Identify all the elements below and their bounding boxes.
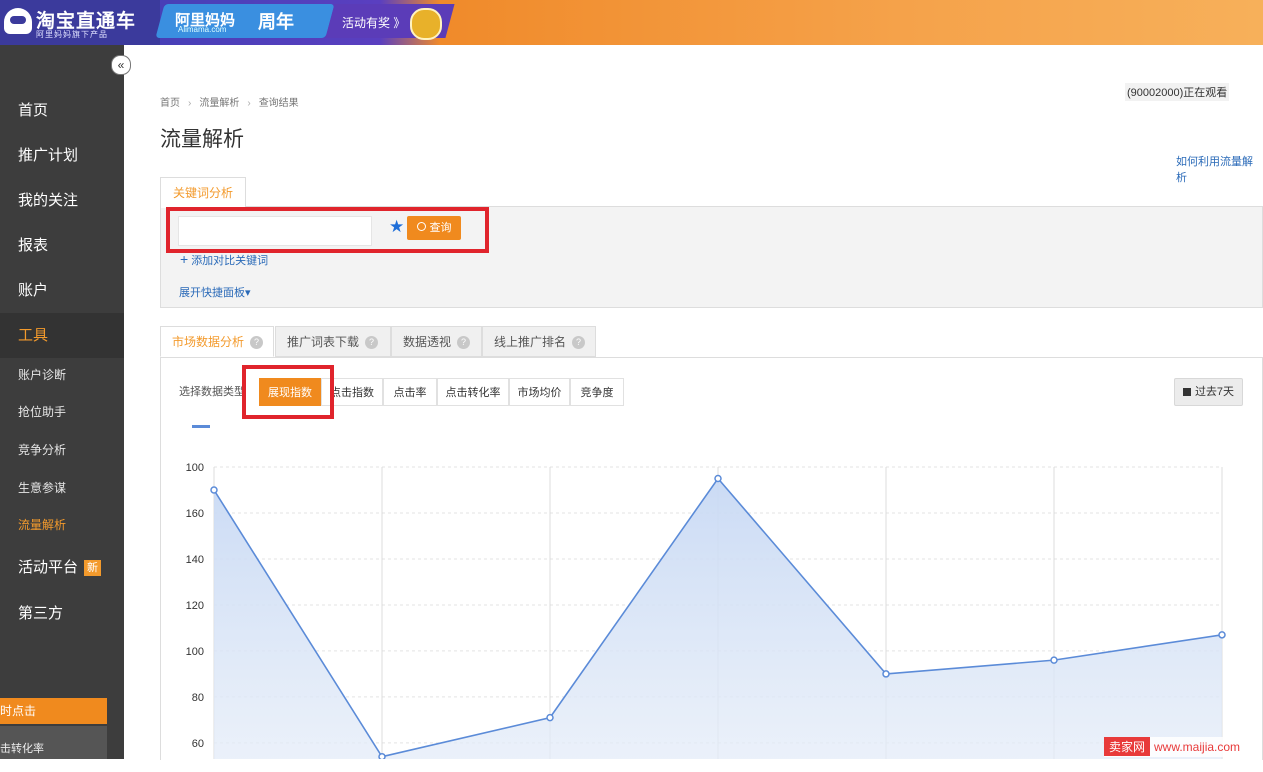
data-point[interactable] (1050, 656, 1058, 664)
banner-brand-sub: Alimama.com (178, 25, 227, 34)
breadcrumb-separator: › (188, 98, 192, 109)
breadcrumb-traffic[interactable]: 流量解析 (199, 98, 239, 109)
help-icon[interactable]: ? (365, 336, 379, 350)
data-point[interactable] (714, 474, 722, 483)
y-tick-label: 120 (186, 600, 204, 612)
add-compare-keyword[interactable]: + 添加对比关键词 (180, 251, 268, 268)
sidebar-item-home[interactable]: 首页 (0, 88, 124, 133)
help-icon[interactable]: ? (572, 336, 586, 350)
tab-data-pivot[interactable]: 数据透视? (391, 326, 482, 357)
data-point[interactable] (1218, 631, 1226, 639)
chart-y-ticks: 60 80 100 120 140 160 100 (186, 462, 204, 750)
banner-activity-text[interactable]: 活动有奖 》 (342, 14, 405, 31)
sidebar-item-activity[interactable]: 活动平台新 (0, 545, 124, 590)
watermark-url: www.maijia.com (1154, 740, 1241, 754)
sidebar-subitem-business[interactable]: 生意参谋 (0, 470, 124, 506)
new-badge: 新 (84, 560, 102, 577)
plus-icon: + (180, 251, 189, 267)
y-tick-label: 60 (192, 738, 204, 750)
chart-area (214, 478, 1222, 759)
period-selector[interactable]: 过去7天 (1174, 378, 1243, 406)
tab-data-pivot-label: 数据透视 (403, 335, 452, 349)
add-compare-label: 添加对比关键词 (191, 255, 269, 267)
sidebar-subitem-traffic[interactable]: 流量解析 (0, 507, 124, 543)
collapse-sidebar-icon[interactable]: « (111, 55, 131, 75)
y-tick-label: 160 (186, 508, 204, 520)
breadcrumb-current: 查询结果 (258, 98, 299, 109)
data-point[interactable] (882, 670, 890, 678)
expand-quick-panel[interactable]: 展开快捷面板▾ (179, 284, 251, 300)
data-point[interactable] (378, 752, 386, 759)
data-type-ctr[interactable]: 点击率 (383, 378, 437, 406)
sidebar-subitem-competition[interactable]: 竞争分析 (0, 432, 124, 468)
conversion-tab[interactable]: 击转化率 (0, 726, 107, 759)
logo-subtitle: 阿里妈妈旗下产品 (36, 30, 108, 39)
viewing-notice: (90002000)正在观看 (1125, 83, 1230, 101)
breadcrumb: 首页 › 流量解析 › 查询结果 (160, 94, 299, 109)
help-icon[interactable]: ? (457, 336, 471, 350)
watermark-logo: 卖家网 (1104, 737, 1151, 756)
help-link[interactable]: 如何利用流量解析 (1176, 153, 1263, 185)
sidebar-item-follow[interactable]: 我的关注 (0, 178, 124, 223)
tab-word-download-label: 推广词表下载 (287, 335, 360, 349)
data-point[interactable] (546, 713, 554, 722)
y-tick-label: 100 (186, 462, 204, 474)
sidebar-item-third-party[interactable]: 第三方 (0, 591, 124, 636)
logo[interactable]: 淘宝直通车 阿里妈妈旗下产品 (0, 0, 160, 45)
calendar-icon (1182, 388, 1191, 397)
sidebar-item-reports[interactable]: 报表 (0, 223, 124, 268)
sidebar-item-account[interactable]: 账户 (0, 268, 124, 313)
help-icon[interactable]: ? (250, 336, 264, 350)
sidebar-subitem-diagnosis[interactable]: 账户诊断 (0, 357, 124, 393)
tab-online-ranking-label: 线上推广排名 (494, 335, 567, 349)
data-point[interactable] (210, 486, 218, 494)
realtime-click-tab[interactable]: 时点击 (0, 698, 107, 724)
impression-chart: 60 80 100 120 140 160 100 (186, 462, 1226, 759)
sidebar-item-tools[interactable]: 工具 (0, 313, 124, 358)
breadcrumb-home[interactable]: 首页 (160, 98, 180, 109)
tab-market-data[interactable]: 市场数据分析? (160, 326, 274, 357)
tab-market-data-label: 市场数据分析 (172, 335, 245, 349)
car-logo-icon (4, 8, 32, 34)
breadcrumb-separator: › (247, 98, 251, 109)
sidebar-subitem-bid-helper[interactable]: 抢位助手 (0, 394, 124, 430)
highlight-box-search (166, 207, 489, 253)
period-label: 过去7天 (1194, 386, 1235, 398)
gift-icon[interactable] (410, 8, 442, 40)
sidebar-item-activity-label: 活动平台 (18, 559, 79, 576)
y-tick-label: 80 (192, 692, 204, 704)
tab-word-download[interactable]: 推广词表下载? (275, 326, 391, 357)
data-type-avg-price[interactable]: 市场均价 (509, 378, 570, 406)
chart-legend-marker (192, 425, 210, 428)
watermark: 卖家网 www.maijia.com (1104, 737, 1261, 757)
data-type-conversion[interactable]: 点击转化率 (437, 378, 509, 406)
sidebar-item-plans[interactable]: 推广计划 (0, 133, 124, 178)
y-tick-label: 140 (186, 554, 204, 566)
tab-online-ranking[interactable]: 线上推广排名? (482, 326, 596, 357)
data-type-competition[interactable]: 竞争度 (570, 378, 624, 406)
tab-keyword-analysis[interactable]: 关键词分析 (160, 177, 246, 208)
banner-year: 周年 (258, 12, 294, 32)
y-tick-label: 100 (186, 646, 204, 658)
highlight-box-impression (242, 365, 334, 419)
page-title: 流量解析 (160, 128, 244, 151)
data-type-label: 选择数据类型 (179, 386, 245, 398)
